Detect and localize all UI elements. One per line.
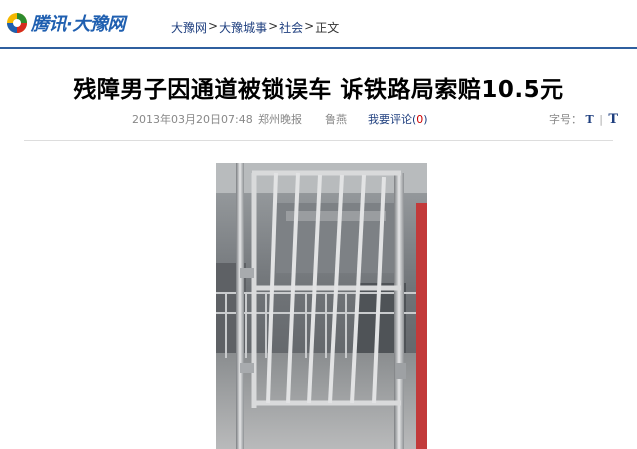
font-large-button[interactable]: T bbox=[608, 112, 618, 127]
breadcrumb-item-city[interactable]: 大豫城事 bbox=[219, 19, 267, 36]
article-date: 2013年03月20日07:48 bbox=[132, 113, 253, 126]
breadcrumb-item-society[interactable]: 社会 bbox=[279, 19, 303, 36]
breadcrumb-separator: > bbox=[304, 19, 315, 33]
font-size-label: 字号： bbox=[549, 113, 582, 126]
font-size-control: 字号： T | T bbox=[549, 111, 618, 127]
article-photo bbox=[216, 163, 427, 449]
breadcrumb-separator: > bbox=[208, 19, 219, 33]
breadcrumb-separator: > bbox=[268, 19, 279, 33]
comment-link[interactable]: 我要评论(0) bbox=[368, 111, 428, 127]
font-size-separator: | bbox=[599, 113, 603, 126]
logo-text: 腾讯·大豫网 bbox=[31, 14, 125, 35]
article-title: 残障男子因通道被锁误车 诉铁路局索赔10.5元 bbox=[73, 77, 564, 103]
comment-count-close: ) bbox=[423, 113, 428, 126]
breadcrumb-item-dayu[interactable]: 大豫网 bbox=[171, 19, 207, 36]
article-source: 郑州晚报 bbox=[258, 113, 302, 126]
site-header: 腾讯·大豫网 大豫网 > 大豫城事 > 社会 > 正文 bbox=[0, 0, 637, 49]
article-author: 鲁燕 bbox=[325, 113, 347, 126]
header-divider bbox=[0, 47, 637, 49]
breadcrumb: 大豫网 > 大豫城事 > 社会 > 正文 bbox=[171, 19, 339, 36]
site-logo[interactable]: 腾讯·大豫网 bbox=[6, 10, 125, 36]
article-meta: 2013年03月20日07:48 郑州晚报 鲁燕 我要评论(0) 字号： T |… bbox=[0, 111, 637, 127]
font-small-button[interactable]: T bbox=[586, 113, 594, 126]
comment-link-label: 我要评论 bbox=[368, 113, 412, 126]
breadcrumb-item-current: 正文 bbox=[315, 21, 340, 35]
meta-divider bbox=[24, 140, 613, 141]
locked-metal-gate-photo bbox=[216, 163, 427, 449]
tencent-qq-logo-icon bbox=[6, 12, 28, 34]
